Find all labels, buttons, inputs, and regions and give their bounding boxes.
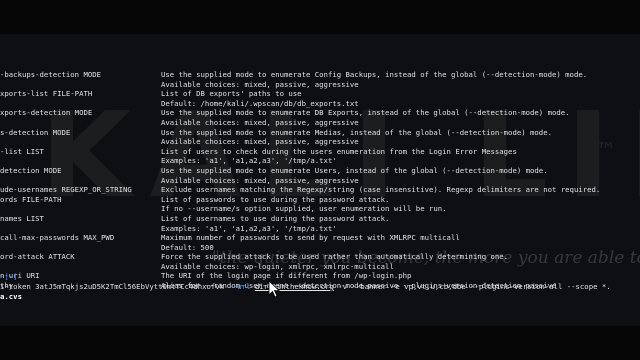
help-row: Available choices: mixed, passive, aggre… xyxy=(0,118,640,128)
option-description: Examples: 'a1', 'a1,a2,a3', '/tmp/a.txt' xyxy=(161,223,337,233)
current-input[interactable]: a.cvs xyxy=(0,292,22,302)
option-description: Available choices: wp-login, xmlrpc, xml… xyxy=(161,261,394,271)
option-description: List of users to check during the users … xyxy=(161,146,517,156)
option-name: call-max-passwords MAX_PWD xyxy=(0,233,115,243)
option-description: Use the supplied mode to enumerate Users… xyxy=(161,165,548,175)
help-row: xports-detection MODE Use the supplied mo… xyxy=(0,108,640,118)
command-prefix: i-token 3atJ5mTqkjs2uD5K2TmCl56EbVyttOmt… xyxy=(0,282,229,291)
option-description: Force the supplied attack to be used rat… xyxy=(161,252,509,262)
help-row: detection MODE Use the supplied mode to e… xyxy=(0,166,640,176)
option-name: names LIST xyxy=(0,213,44,223)
option-description: Available choices: mixed, passive, aggre… xyxy=(161,117,359,127)
help-row: -list LIST List of users to check during … xyxy=(0,147,640,157)
option-description: List of passwords to use during the pass… xyxy=(161,194,390,204)
terminal-window[interactable]: KALI LINUX ™ "the quieter you become, th… xyxy=(0,34,640,326)
option-description: Default: /home/kali/.wpscan/db/db_export… xyxy=(161,98,359,108)
url-flag: --url xyxy=(228,282,255,291)
target-url[interactable]: dirlsintheknow.org xyxy=(255,282,334,291)
help-row: n-uri URI The URI of the login page if di… xyxy=(0,271,640,281)
option-description: Maximum number of passwords to send by r… xyxy=(161,233,460,243)
help-row: Available choices: mixed, passive, aggre… xyxy=(0,137,640,147)
help-row: Available choices: wp-login, xmlrpc, xml… xyxy=(0,262,640,272)
option-description: Use the supplied mode to enumerate Confi… xyxy=(161,70,588,79)
help-row: Default: 500 xyxy=(0,243,640,253)
option-description: Default: 500 xyxy=(161,242,214,252)
help-row: ords FILE-PATH List of passwords to use d… xyxy=(0,195,640,205)
option-name: -list LIST xyxy=(0,146,44,156)
option-description: Available choices: mixed, passive, aggre… xyxy=(161,137,359,147)
help-row: If no --username/s option supplied, user… xyxy=(0,204,640,214)
option-description: Available choices: mixed, passive, aggre… xyxy=(161,175,359,185)
help-row: -backups-detection MODE Use the supplied … xyxy=(0,70,640,80)
option-description: List of DB exports' paths to use xyxy=(161,89,302,99)
option-description: List of usernames to use during the pass… xyxy=(161,213,390,223)
option-name: xports-list FILE-PATH xyxy=(0,89,93,99)
video-letterbox-bottom xyxy=(0,326,640,360)
help-row: Available choices: mixed, passive, aggre… xyxy=(0,80,640,90)
command-options: -v --banner -e vp,vt,u,cb,dbe --plugins-… xyxy=(333,282,611,291)
option-name: s-detection MODE xyxy=(0,127,71,137)
option-name: -backups-detection MODE xyxy=(0,70,102,79)
video-letterbox-top xyxy=(0,0,640,34)
help-row: call-max-passwords MAX_PWD Maximum number… xyxy=(0,233,640,243)
option-name: ord-attack ATTACK xyxy=(0,252,75,262)
help-row: Examples: 'a1', 'a1,a2,a3', '/tmp/a.txt' xyxy=(0,156,640,166)
option-description: Use the supplied mode to enumerate DB Ex… xyxy=(161,108,570,118)
help-row: s-detection MODE Use the supplied mode to… xyxy=(0,128,640,138)
option-description: Exclude usernames matching the Regexp/st… xyxy=(161,185,601,195)
help-row: ude-usernames REGEXP_OR_STRING Exclude us… xyxy=(0,185,640,195)
help-row: ord-attack ATTACK Force the supplied atta… xyxy=(0,252,640,262)
shell-prompt: -[~] xyxy=(0,272,18,281)
option-name: detection MODE xyxy=(0,165,62,175)
option-description: The URI of the login page if different f… xyxy=(161,271,412,281)
option-name: ords FILE-PATH xyxy=(0,194,62,204)
help-row: names LIST List of usernames to use durin… xyxy=(0,214,640,224)
mouse-pointer-icon xyxy=(268,280,280,298)
option-description: Available choices: mixed, passive, aggre… xyxy=(161,79,359,89)
option-name: ude-usernames REGEXP_OR_STRING xyxy=(0,185,132,195)
option-description: Examples: 'a1', 'a1,a2,a3', '/tmp/a.txt' xyxy=(161,156,337,166)
help-row: xports-list FILE-PATH List of DB exports'… xyxy=(0,89,640,99)
option-name: xports-detection MODE xyxy=(0,108,93,118)
command-line[interactable]: i-token 3atJ5mTqkjs2uD5K2TmCl56EbVyttOmt… xyxy=(0,282,611,292)
option-description: If no --username/s option supplied, user… xyxy=(161,204,447,214)
help-row: Default: /home/kali/.wpscan/db/db_export… xyxy=(0,99,640,109)
option-description: Use the supplied mode to enumerate Media… xyxy=(161,127,552,137)
help-row: Examples: 'a1', 'a1,a2,a3', '/tmp/a.txt' xyxy=(0,224,640,234)
help-output: -backups-detection MODE Use the supplied … xyxy=(0,70,640,291)
help-row: Available choices: mixed, passive, aggre… xyxy=(0,176,640,186)
